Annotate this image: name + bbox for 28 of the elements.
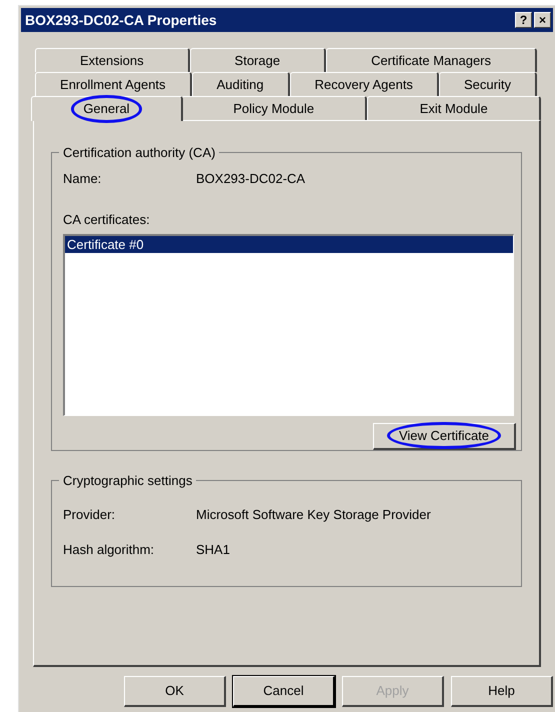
tab[interactable]: Extensions <box>35 48 190 72</box>
window-title: BOX293-DC02-CA Properties <box>25 10 218 30</box>
tab[interactable]: Policy Module <box>180 96 368 120</box>
tab[interactable]: Enrollment Agents <box>35 72 192 96</box>
field-label: Provider: <box>63 506 116 524</box>
field-value: BOX293-DC02-CA <box>196 170 306 188</box>
list-item[interactable]: Certificate #0 <box>65 236 513 252</box>
tab[interactable]: Certificate Managers <box>326 48 537 72</box>
tab[interactable]: Storage <box>190 48 326 72</box>
field-value: Microsoft Software Key Storage Provider <box>196 506 431 524</box>
close-button[interactable]: × <box>534 12 551 28</box>
dialog-button[interactable]: Cancel <box>233 676 335 707</box>
dialog-button[interactable]: OK <box>124 676 226 707</box>
view-certificate-button[interactable]: View Certificate <box>373 422 516 450</box>
field-label: CA certificates: <box>63 211 150 229</box>
field-label: Hash algorithm: <box>63 541 156 559</box>
tab[interactable]: Recovery Agents <box>290 72 439 96</box>
field-value: SHA1 <box>196 541 230 559</box>
group-title: Cryptographic settings <box>62 472 194 490</box>
tab[interactable]: Exit Module <box>367 96 541 120</box>
field-label: Name: <box>63 170 102 188</box>
tab[interactable]: Auditing <box>192 72 290 96</box>
dialog-button[interactable]: Help <box>451 676 553 707</box>
tab[interactable]: General <box>31 96 183 121</box>
help-button[interactable]: ? <box>515 12 532 28</box>
highlight-ellipse <box>71 95 142 123</box>
group-title: Certification authority (CA) <box>62 144 216 162</box>
tab[interactable]: Security <box>438 72 537 96</box>
